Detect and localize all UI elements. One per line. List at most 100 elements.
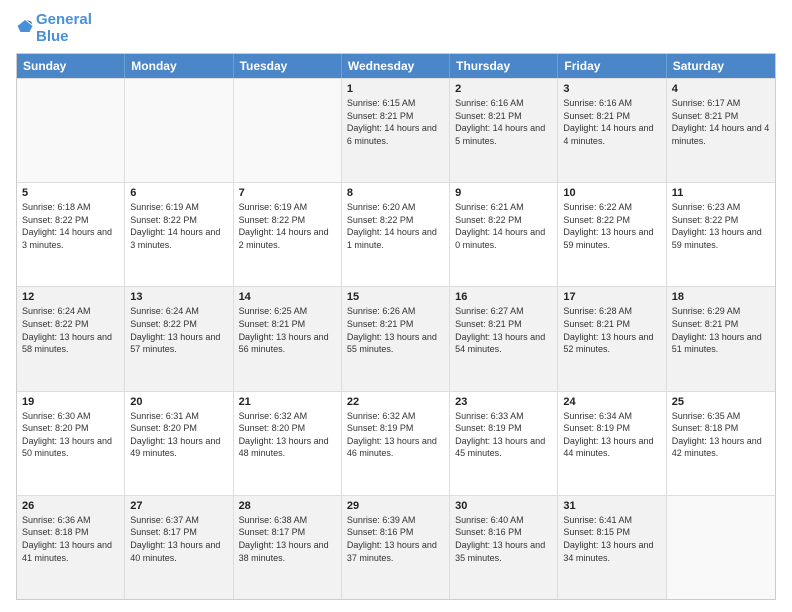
calendar-row: 5Sunrise: 6:18 AMSunset: 8:22 PMDaylight… — [17, 182, 775, 286]
day-number: 16 — [455, 291, 552, 303]
sunset-text: Sunset: 8:18 PM — [672, 422, 770, 435]
daylight-text: Daylight: 13 hours and 41 minutes. — [22, 539, 119, 564]
day-number: 19 — [22, 396, 119, 408]
day-number: 17 — [563, 291, 660, 303]
daylight-text: Daylight: 13 hours and 35 minutes. — [455, 539, 552, 564]
daylight-text: Daylight: 14 hours and 3 minutes. — [22, 226, 119, 251]
header: General Blue — [16, 12, 776, 45]
calendar-cell: 6Sunrise: 6:19 AMSunset: 8:22 PMDaylight… — [125, 183, 233, 286]
sunset-text: Sunset: 8:22 PM — [455, 214, 552, 227]
sunset-text: Sunset: 8:22 PM — [239, 214, 336, 227]
cal-header-cell: Sunday — [17, 54, 125, 78]
daylight-text: Daylight: 14 hours and 2 minutes. — [239, 226, 336, 251]
cal-header-cell: Saturday — [667, 54, 775, 78]
sunrise-text: Sunrise: 6:17 AM — [672, 97, 770, 110]
daylight-text: Daylight: 13 hours and 42 minutes. — [672, 435, 770, 460]
sunset-text: Sunset: 8:20 PM — [22, 422, 119, 435]
sunrise-text: Sunrise: 6:16 AM — [563, 97, 660, 110]
calendar-cell: 21Sunrise: 6:32 AMSunset: 8:20 PMDayligh… — [234, 392, 342, 495]
day-number: 15 — [347, 291, 444, 303]
day-number: 18 — [672, 291, 770, 303]
calendar-cell: 12Sunrise: 6:24 AMSunset: 8:22 PMDayligh… — [17, 287, 125, 390]
day-number: 14 — [239, 291, 336, 303]
calendar-cell — [667, 496, 775, 599]
sunset-text: Sunset: 8:17 PM — [239, 526, 336, 539]
day-number: 25 — [672, 396, 770, 408]
calendar-header-row: SundayMondayTuesdayWednesdayThursdayFrid… — [17, 54, 775, 78]
calendar-cell: 9Sunrise: 6:21 AMSunset: 8:22 PMDaylight… — [450, 183, 558, 286]
daylight-text: Daylight: 14 hours and 4 minutes. — [672, 122, 770, 147]
daylight-text: Daylight: 14 hours and 1 minute. — [347, 226, 444, 251]
sunset-text: Sunset: 8:21 PM — [563, 318, 660, 331]
logo-text-line2: Blue — [36, 29, 92, 46]
sunset-text: Sunset: 8:22 PM — [563, 214, 660, 227]
sunrise-text: Sunrise: 6:16 AM — [455, 97, 552, 110]
calendar-row: 26Sunrise: 6:36 AMSunset: 8:18 PMDayligh… — [17, 495, 775, 599]
sunrise-text: Sunrise: 6:32 AM — [239, 410, 336, 423]
sunset-text: Sunset: 8:16 PM — [347, 526, 444, 539]
logo: General Blue — [16, 12, 92, 45]
calendar-cell: 13Sunrise: 6:24 AMSunset: 8:22 PMDayligh… — [125, 287, 233, 390]
day-number: 20 — [130, 396, 227, 408]
sunrise-text: Sunrise: 6:37 AM — [130, 514, 227, 527]
sunrise-text: Sunrise: 6:31 AM — [130, 410, 227, 423]
daylight-text: Daylight: 13 hours and 48 minutes. — [239, 435, 336, 460]
sunrise-text: Sunrise: 6:38 AM — [239, 514, 336, 527]
day-number: 30 — [455, 500, 552, 512]
sunset-text: Sunset: 8:21 PM — [563, 110, 660, 123]
sunset-text: Sunset: 8:22 PM — [22, 318, 119, 331]
sunrise-text: Sunrise: 6:21 AM — [455, 201, 552, 214]
sunrise-text: Sunrise: 6:32 AM — [347, 410, 444, 423]
day-number: 11 — [672, 187, 770, 199]
day-number: 4 — [672, 83, 770, 95]
day-number: 22 — [347, 396, 444, 408]
calendar-cell — [234, 79, 342, 182]
calendar-cell: 19Sunrise: 6:30 AMSunset: 8:20 PMDayligh… — [17, 392, 125, 495]
calendar-cell: 29Sunrise: 6:39 AMSunset: 8:16 PMDayligh… — [342, 496, 450, 599]
calendar-cell: 4Sunrise: 6:17 AMSunset: 8:21 PMDaylight… — [667, 79, 775, 182]
sunrise-text: Sunrise: 6:18 AM — [22, 201, 119, 214]
daylight-text: Daylight: 13 hours and 38 minutes. — [239, 539, 336, 564]
sunset-text: Sunset: 8:19 PM — [347, 422, 444, 435]
daylight-text: Daylight: 13 hours and 49 minutes. — [130, 435, 227, 460]
day-number: 28 — [239, 500, 336, 512]
logo-text-line1: General — [36, 12, 92, 29]
calendar-cell: 26Sunrise: 6:36 AMSunset: 8:18 PMDayligh… — [17, 496, 125, 599]
daylight-text: Daylight: 13 hours and 51 minutes. — [672, 331, 770, 356]
day-number: 3 — [563, 83, 660, 95]
day-number: 21 — [239, 396, 336, 408]
daylight-text: Daylight: 13 hours and 52 minutes. — [563, 331, 660, 356]
daylight-text: Daylight: 13 hours and 55 minutes. — [347, 331, 444, 356]
day-number: 6 — [130, 187, 227, 199]
sunset-text: Sunset: 8:21 PM — [347, 318, 444, 331]
sunrise-text: Sunrise: 6:25 AM — [239, 305, 336, 318]
daylight-text: Daylight: 13 hours and 37 minutes. — [347, 539, 444, 564]
sunrise-text: Sunrise: 6:23 AM — [672, 201, 770, 214]
cal-header-cell: Monday — [125, 54, 233, 78]
calendar-cell: 23Sunrise: 6:33 AMSunset: 8:19 PMDayligh… — [450, 392, 558, 495]
calendar-cell — [17, 79, 125, 182]
daylight-text: Daylight: 13 hours and 34 minutes. — [563, 539, 660, 564]
day-number: 2 — [455, 83, 552, 95]
daylight-text: Daylight: 13 hours and 45 minutes. — [455, 435, 552, 460]
sunset-text: Sunset: 8:22 PM — [672, 214, 770, 227]
calendar-cell: 18Sunrise: 6:29 AMSunset: 8:21 PMDayligh… — [667, 287, 775, 390]
calendar-cell: 14Sunrise: 6:25 AMSunset: 8:21 PMDayligh… — [234, 287, 342, 390]
calendar-cell: 24Sunrise: 6:34 AMSunset: 8:19 PMDayligh… — [558, 392, 666, 495]
daylight-text: Daylight: 13 hours and 58 minutes. — [22, 331, 119, 356]
sunrise-text: Sunrise: 6:24 AM — [130, 305, 227, 318]
calendar-cell: 31Sunrise: 6:41 AMSunset: 8:15 PMDayligh… — [558, 496, 666, 599]
sunset-text: Sunset: 8:22 PM — [347, 214, 444, 227]
day-number: 24 — [563, 396, 660, 408]
day-number: 1 — [347, 83, 444, 95]
sunset-text: Sunset: 8:21 PM — [672, 318, 770, 331]
day-number: 8 — [347, 187, 444, 199]
sunrise-text: Sunrise: 6:20 AM — [347, 201, 444, 214]
day-number: 5 — [22, 187, 119, 199]
day-number: 10 — [563, 187, 660, 199]
calendar-cell: 25Sunrise: 6:35 AMSunset: 8:18 PMDayligh… — [667, 392, 775, 495]
daylight-text: Daylight: 13 hours and 50 minutes. — [22, 435, 119, 460]
sunset-text: Sunset: 8:18 PM — [22, 526, 119, 539]
calendar-cell: 3Sunrise: 6:16 AMSunset: 8:21 PMDaylight… — [558, 79, 666, 182]
calendar-cell: 5Sunrise: 6:18 AMSunset: 8:22 PMDaylight… — [17, 183, 125, 286]
